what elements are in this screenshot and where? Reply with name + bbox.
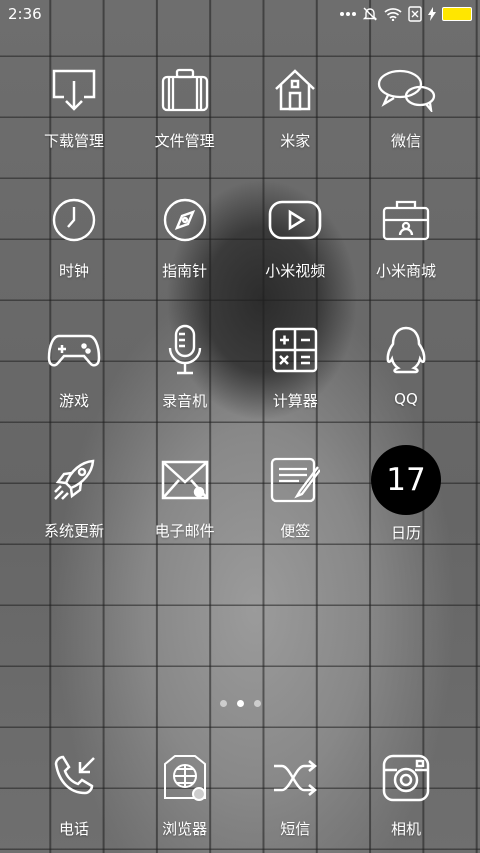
app-label: 指南针 — [162, 262, 208, 280]
shuffle-icon — [265, 748, 325, 808]
microphone-icon — [155, 320, 215, 380]
page-dot[interactable] — [219, 700, 227, 707]
app-system-update[interactable]: 系统更新 — [19, 442, 129, 554]
app-label: 文件管理 — [154, 132, 215, 150]
browser-icon — [155, 748, 215, 808]
wifi-icon — [384, 8, 402, 21]
clock-icon — [44, 190, 104, 250]
more-dots-icon — [340, 12, 356, 16]
app-label: 时钟 — [58, 262, 89, 280]
app-phone[interactable]: 电话 — [19, 740, 129, 840]
page-indicator — [0, 700, 480, 707]
app-label: 日历 — [390, 524, 421, 542]
app-grid: 下载管理 文件管理 米家 微信 时钟 指南针 小米视频 小米商城 游戏 录音机 … — [0, 52, 480, 554]
notepad-icon — [265, 450, 325, 510]
app-compass[interactable]: 指南针 — [130, 182, 240, 294]
app-mi-store[interactable]: 小米商城 — [351, 182, 461, 294]
app-mijia[interactable]: 米家 — [240, 52, 350, 164]
app-label: 小米商城 — [375, 262, 436, 280]
app-calculator[interactable]: 计算器 — [240, 312, 350, 424]
dock: 电话 浏览器 短信 相机 — [0, 740, 480, 840]
app-wechat[interactable]: 微信 — [351, 52, 461, 164]
app-label: 电话 — [58, 820, 89, 838]
app-label: QQ — [394, 390, 418, 408]
app-label: 便签 — [280, 522, 311, 540]
app-label: 微信 — [390, 132, 421, 150]
shop-icon — [376, 190, 436, 250]
app-label: 游戏 — [58, 392, 89, 410]
app-email[interactable]: 电子邮件 — [130, 442, 240, 554]
phone-icon — [44, 748, 104, 808]
penguin-icon — [376, 320, 436, 380]
app-notes[interactable]: 便签 — [240, 442, 350, 554]
gamepad-icon — [44, 320, 104, 380]
app-label: 短信 — [280, 820, 311, 838]
app-file-manager[interactable]: 文件管理 — [130, 52, 240, 164]
app-label: 计算器 — [272, 392, 318, 410]
play-icon — [265, 190, 325, 250]
status-time: 2:36 — [8, 5, 42, 23]
chat-bubbles-icon — [376, 60, 436, 120]
download-icon — [44, 60, 104, 120]
status-icons — [340, 6, 472, 22]
page-dot[interactable] — [253, 700, 261, 707]
app-label: 录音机 — [162, 392, 208, 410]
rocket-icon — [44, 450, 104, 510]
app-games[interactable]: 游戏 — [19, 312, 129, 424]
status-bar: 2:36 — [0, 0, 480, 28]
app-clock[interactable]: 时钟 — [19, 182, 129, 294]
envelope-icon — [155, 450, 215, 510]
app-qq[interactable]: QQ — [351, 312, 461, 424]
app-download-manager[interactable]: 下载管理 — [19, 52, 129, 164]
app-calendar[interactable]: 17 日历 — [351, 442, 461, 554]
house-icon — [265, 60, 325, 120]
compass-icon — [155, 190, 215, 250]
calendar-day: 17 — [386, 462, 426, 498]
app-camera[interactable]: 相机 — [351, 740, 461, 840]
charging-icon — [428, 7, 436, 21]
no-sim-icon — [408, 6, 422, 22]
app-recorder[interactable]: 录音机 — [130, 312, 240, 424]
briefcase-icon — [155, 60, 215, 120]
app-browser[interactable]: 浏览器 — [130, 740, 240, 840]
app-label: 系统更新 — [43, 522, 104, 540]
camera-icon — [376, 748, 436, 808]
app-label: 小米视频 — [265, 262, 326, 280]
app-label: 电子邮件 — [154, 522, 215, 540]
page-dot-active[interactable] — [236, 700, 244, 707]
app-label: 下载管理 — [43, 132, 104, 150]
app-label: 相机 — [390, 820, 421, 838]
calendar-icon: 17 — [370, 445, 441, 515]
app-messages[interactable]: 短信 — [240, 740, 350, 840]
calculator-icon — [265, 320, 325, 380]
app-label: 米家 — [280, 132, 311, 150]
mute-bell-icon — [362, 7, 378, 21]
app-label: 浏览器 — [162, 820, 208, 838]
battery-icon — [442, 7, 472, 21]
app-mi-video[interactable]: 小米视频 — [240, 182, 350, 294]
